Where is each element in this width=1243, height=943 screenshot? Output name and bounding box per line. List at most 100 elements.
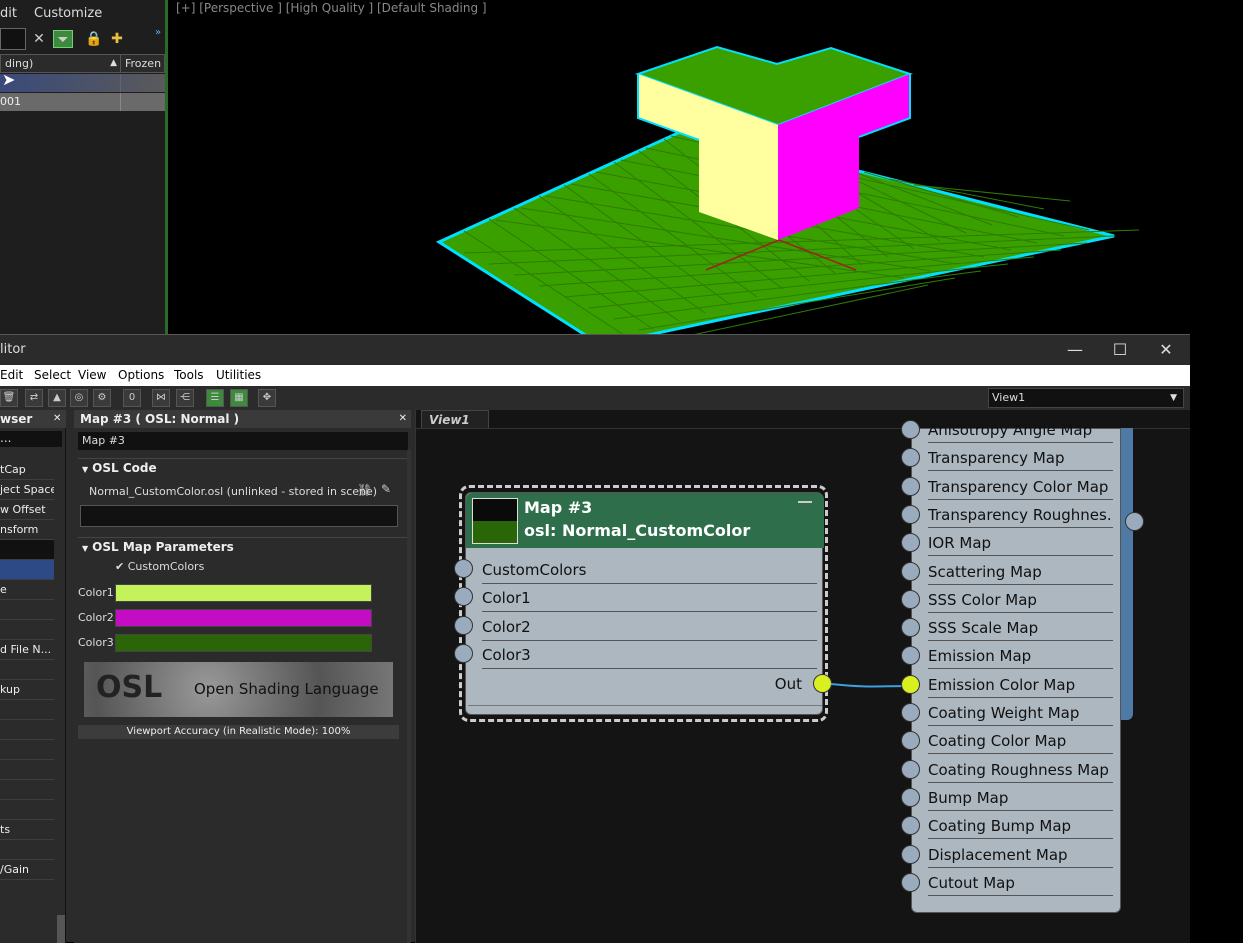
explorer-row[interactable]: 001 xyxy=(0,93,165,111)
material-out-socket[interactable] xyxy=(1125,512,1144,531)
pick-material-icon[interactable]: ✥ xyxy=(258,389,276,407)
menu-tools[interactable]: Tools xyxy=(174,368,204,382)
browser-item[interactable]: tCap xyxy=(0,460,54,480)
menu-edit[interactable]: Edit xyxy=(0,368,23,382)
customcolors-checkbox[interactable]: ✔ CustomColors xyxy=(115,560,204,573)
browser-item[interactable] xyxy=(0,840,54,860)
browser-item[interactable]: ts xyxy=(0,820,54,840)
material-slot-socket[interactable] xyxy=(901,674,920,694)
material-slot-socket[interactable] xyxy=(901,533,920,553)
map-node[interactable]: Map #3 osl: Normal_CustomColor CustomCol… xyxy=(454,492,824,715)
preview-icon[interactable]: 0 xyxy=(123,389,141,407)
material-slot-socket[interactable] xyxy=(901,589,920,609)
out-socket[interactable] xyxy=(813,674,832,693)
filter-icon[interactable]: ⏷ xyxy=(53,30,73,48)
rollout-osl-params[interactable]: ▼ OSL Map Parameters xyxy=(78,537,408,555)
browser-item[interactable]: d File N... xyxy=(0,640,54,660)
material-node[interactable]: Anisotropy Angle Map Transparency Map Tran… xyxy=(901,420,1121,913)
browser-search[interactable]: ... xyxy=(0,431,62,447)
close-icon[interactable]: ✕ xyxy=(1151,339,1181,361)
params-scrollbar[interactable] xyxy=(407,450,411,943)
menu-view[interactable]: View xyxy=(78,368,106,382)
material-slot-socket[interactable] xyxy=(901,731,920,751)
material-slot-socket[interactable] xyxy=(901,420,920,439)
layout-icon[interactable]: ⋈ xyxy=(152,389,170,407)
browser-item[interactable] xyxy=(0,740,54,760)
map-name-field[interactable]: Map #3 xyxy=(78,432,408,450)
material-slot-socket[interactable] xyxy=(901,816,920,836)
assign-icon[interactable]: ▲ xyxy=(48,389,66,407)
browser-close-icon[interactable]: ✕ xyxy=(53,410,61,428)
viewport-accuracy[interactable]: Viewport Accuracy (in Realistic Mode): 1… xyxy=(78,725,399,739)
input-socket[interactable] xyxy=(454,615,473,635)
material-slot-socket[interactable] xyxy=(901,759,920,779)
material-slot-socket[interactable] xyxy=(901,561,920,581)
rollout-osl-code[interactable]: ▼ OSL Code xyxy=(78,458,408,476)
column-frozen[interactable]: Frozen xyxy=(120,54,165,73)
osl-code-field[interactable] xyxy=(80,505,398,527)
link-icon[interactable]: ⛓ xyxy=(357,483,372,497)
menu-options[interactable]: Options xyxy=(118,368,164,382)
material-slot-socket[interactable] xyxy=(901,787,920,807)
browser-item[interactable] xyxy=(0,780,54,800)
browser-item[interactable]: ject Space xyxy=(0,480,54,500)
node-collapse-icon[interactable] xyxy=(798,501,812,503)
browser-item[interactable]: /Gain xyxy=(0,860,54,880)
color-swatch[interactable] xyxy=(115,584,372,602)
material-slot-socket[interactable] xyxy=(901,476,920,496)
view-dropdown[interactable]: View1 ▼ xyxy=(988,388,1184,408)
color-swatch[interactable] xyxy=(115,634,372,652)
browser-item[interactable] xyxy=(0,700,54,720)
browser-item[interactable] xyxy=(0,720,54,740)
browser-item[interactable] xyxy=(0,600,54,620)
view-tab[interactable]: View1 xyxy=(421,410,489,428)
material-slot-socket[interactable] xyxy=(901,646,920,666)
show-bg-icon[interactable]: ⚙ xyxy=(93,389,111,407)
params-close-icon[interactable]: ✕ xyxy=(399,410,407,428)
scrollbar[interactable] xyxy=(57,915,65,943)
input-socket[interactable] xyxy=(454,587,473,607)
menu-utilities[interactable]: Utilities xyxy=(216,368,261,382)
browser-item[interactable] xyxy=(0,540,54,560)
maximize-icon[interactable]: ☐ xyxy=(1105,339,1135,361)
viewport-perspective[interactable]: [+] [Perspective ] [High Quality ] [Defa… xyxy=(171,0,1243,334)
more-icon[interactable]: » xyxy=(148,24,168,42)
node-header[interactable]: Map #3 osl: Normal_CustomColor xyxy=(466,493,824,548)
layout-children-icon[interactable]: ⋲ xyxy=(176,389,194,407)
lock-icon[interactable]: 🔒 xyxy=(84,30,104,48)
browser-item[interactable]: e xyxy=(0,580,54,600)
browser-item[interactable]: kup xyxy=(0,680,54,700)
input-socket[interactable] xyxy=(454,643,473,663)
hide-icon[interactable]: ◎ xyxy=(70,389,88,407)
menu-select[interactable]: Select xyxy=(34,368,71,382)
node-view[interactable]: View1 Map #3 osl: Normal_CustomColor Cus… xyxy=(415,410,1190,943)
browser-item[interactable]: w Offset xyxy=(0,500,54,520)
browser-item[interactable] xyxy=(0,660,54,680)
material-slot-socket[interactable] xyxy=(901,504,920,524)
input-socket[interactable] xyxy=(454,559,473,578)
browser-item[interactable]: nsform xyxy=(0,520,54,540)
move-children-icon[interactable]: ⇄ xyxy=(25,389,43,407)
column-name[interactable]: ding) ▲ xyxy=(0,54,121,73)
minimize-icon[interactable]: — xyxy=(1060,339,1090,361)
title-bar[interactable]: litor — ☐ ✕ xyxy=(0,335,1190,365)
browser-item[interactable] xyxy=(0,800,54,820)
navigator-toggle-icon[interactable]: ▦ xyxy=(230,389,248,407)
material-slot-socket[interactable] xyxy=(901,448,920,468)
browser-item[interactable] xyxy=(0,760,54,780)
color-swatch[interactable] xyxy=(115,609,372,627)
material-slot-socket[interactable] xyxy=(901,703,920,722)
material-slot-socket[interactable] xyxy=(901,872,920,892)
menu-edit[interactable]: dit xyxy=(0,6,17,21)
clear-icon[interactable]: ✕ xyxy=(29,30,49,48)
material-slot-socket[interactable] xyxy=(901,844,920,864)
params-toggle-icon[interactable]: ☰ xyxy=(206,389,224,407)
add-layer-icon[interactable]: ✚ xyxy=(107,30,127,48)
browser-item[interactable] xyxy=(0,620,54,640)
edit-pencil-icon[interactable]: ✎ xyxy=(381,482,391,496)
material-slot-socket[interactable] xyxy=(901,618,920,638)
filter-input[interactable] xyxy=(0,28,26,50)
explorer-row[interactable]: ➤ xyxy=(0,71,165,92)
menu-customize[interactable]: Customize xyxy=(34,6,102,21)
delete-icon[interactable]: 🗑 xyxy=(0,389,18,407)
